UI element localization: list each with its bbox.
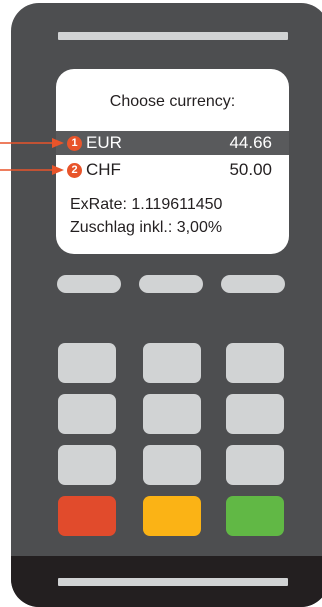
clear-key[interactable] <box>143 496 201 536</box>
currency-amount: 44.66 <box>229 133 272 152</box>
keypad-key[interactable] <box>58 445 116 485</box>
soft-key-left[interactable] <box>57 275 121 293</box>
card-slot-top <box>58 32 288 40</box>
currency-option-eur[interactable]: 1 EUR 44.66 <box>56 131 289 155</box>
card-slot-bottom <box>58 578 288 586</box>
confirm-key[interactable] <box>226 496 284 536</box>
currency-option-chf[interactable]: 2 CHF 50.00 <box>56 158 289 182</box>
arrow-pointer-icon <box>0 138 64 148</box>
option-number-badge: 2 <box>67 163 82 178</box>
exchange-rate-text: ExRate: 1.119611450 <box>70 196 223 213</box>
option-number-badge: 1 <box>67 136 82 151</box>
keypad-key[interactable] <box>143 445 201 485</box>
screen-title: Choose currency: <box>109 93 236 110</box>
keypad-key[interactable] <box>143 343 201 383</box>
keypad-key[interactable] <box>226 394 284 434</box>
currency-code: EUR <box>86 133 122 152</box>
keypad-key[interactable] <box>58 343 116 383</box>
currency-code: CHF <box>86 160 121 179</box>
currency-amount: 50.00 <box>229 160 272 179</box>
keypad-key[interactable] <box>143 394 201 434</box>
cancel-key[interactable] <box>58 496 116 536</box>
soft-key-right[interactable] <box>221 275 285 293</box>
arrow-pointer-icon <box>0 165 64 175</box>
terminal-screen: Choose currency: 1 EUR 44.66 2 CHF 50.00… <box>56 69 289 254</box>
soft-key-middle[interactable] <box>139 275 203 293</box>
keypad-key[interactable] <box>226 445 284 485</box>
surcharge-text: Zuschlag inkl.: 3,00% <box>70 219 223 236</box>
keypad-key[interactable] <box>58 394 116 434</box>
keypad-key[interactable] <box>226 343 284 383</box>
